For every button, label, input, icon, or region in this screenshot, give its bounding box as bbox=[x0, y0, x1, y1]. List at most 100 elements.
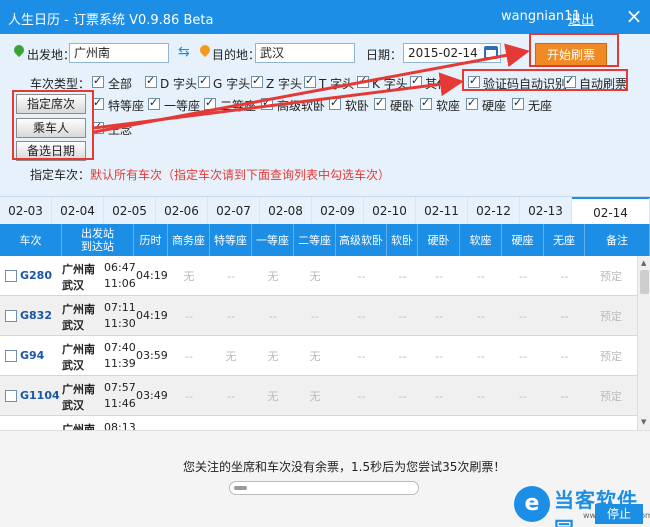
seat-checkbox[interactable] bbox=[204, 96, 216, 110]
train-type-d-checkbox[interactable] bbox=[145, 74, 157, 88]
train-type-other-checkbox[interactable] bbox=[410, 74, 422, 88]
seat-availability: 无 bbox=[309, 270, 321, 283]
seat-availability: 无 bbox=[309, 350, 321, 363]
train-type-t-label: T 字头 bbox=[319, 77, 355, 91]
train-select-checkbox[interactable] bbox=[5, 350, 17, 362]
duration: 03:59 bbox=[136, 349, 168, 362]
train-select-checkbox[interactable] bbox=[5, 310, 17, 322]
scroll-thumb[interactable] bbox=[640, 270, 649, 294]
to-station: 武汉 bbox=[62, 359, 84, 372]
seat-availability: -- bbox=[398, 269, 407, 283]
train-list: G280 广州南 武汉 06:47 11:06 04:19 无 -- 无无 -- -- -- -- -- -… bbox=[0, 256, 637, 430]
column-header: 一等座 bbox=[252, 224, 294, 256]
book-link[interactable]: 预定 bbox=[585, 376, 637, 416]
seat-checkbox[interactable] bbox=[420, 96, 432, 110]
train-type-k-label: K 字头 bbox=[372, 77, 408, 91]
depart-time: 07:40 bbox=[104, 341, 136, 354]
book-link[interactable]: 预定 bbox=[585, 256, 637, 296]
duration: 04:19 bbox=[136, 269, 168, 282]
close-button[interactable]: × bbox=[624, 4, 644, 28]
to-station-input[interactable]: 武汉 bbox=[255, 43, 355, 63]
seat-availability: -- bbox=[477, 349, 485, 363]
table-row[interactable]: G276广州南武汉08:1312:2704:14----------------… bbox=[0, 416, 637, 430]
seat-availability: -- bbox=[560, 309, 569, 323]
stop-button[interactable]: 停止 bbox=[595, 504, 643, 524]
seat-availability: 无 bbox=[267, 270, 279, 283]
location-pin-icon bbox=[14, 45, 24, 59]
table-row[interactable]: G280 广州南 武汉 06:47 11:06 04:19 无 -- 无 无 -- -- -- -- -- -… bbox=[0, 256, 637, 296]
calendar-icon[interactable] bbox=[484, 46, 498, 59]
seat-availability: -- bbox=[477, 389, 485, 403]
from-station-input[interactable]: 广州南 bbox=[69, 43, 169, 63]
date-tab-02-05[interactable]: 02-05 bbox=[104, 197, 156, 225]
book-link[interactable]: 预定 bbox=[585, 296, 637, 336]
seat-label: 高级软卧 bbox=[277, 99, 326, 113]
train-type-all-checkbox[interactable] bbox=[92, 74, 104, 88]
table-row[interactable]: G1104 广州南 武汉 07:57 11:46 03:49 -- -- 无 无 -- -- -- -- -… bbox=[0, 376, 637, 416]
from-station: 广州南 bbox=[62, 383, 95, 396]
to-station: 武汉 bbox=[62, 319, 84, 332]
train-type-g-checkbox[interactable] bbox=[198, 74, 210, 88]
seat-checkbox[interactable] bbox=[374, 96, 386, 110]
column-header: 商务座 bbox=[168, 224, 210, 256]
train-number: G280 bbox=[20, 269, 52, 282]
scroll-up-icon[interactable]: ▲ bbox=[641, 259, 646, 267]
date-tab-02-11[interactable]: 02-11 bbox=[416, 197, 468, 225]
train-number: G94 bbox=[20, 349, 45, 362]
book-link[interactable]: 预定 bbox=[585, 416, 637, 430]
column-header: 二等座 bbox=[294, 224, 336, 256]
seat-availability: -- bbox=[477, 309, 485, 323]
seat-label: 一等座 bbox=[164, 99, 201, 113]
date-tab-02-10[interactable]: 02-10 bbox=[364, 197, 416, 225]
train-type-k-checkbox[interactable] bbox=[357, 74, 369, 88]
status-footer: 您关注的坐席和车次没有余票，1.5秒后为您尝试35次刷票！ e 当客软件园 ww… bbox=[0, 430, 650, 527]
to-station: 武汉 bbox=[62, 399, 84, 412]
date-tab-02-07[interactable]: 02-07 bbox=[208, 197, 260, 225]
table-row[interactable]: G832 广州南 武汉 07:11 11:30 04:19 -- -- -- -- -- -- -- --… bbox=[0, 296, 637, 336]
train-select-checkbox[interactable] bbox=[5, 270, 17, 282]
train-type-t-checkbox[interactable] bbox=[304, 74, 316, 88]
seat-availability: -- bbox=[311, 309, 319, 323]
book-link[interactable]: 预定 bbox=[585, 336, 637, 376]
seat-label: 软座 bbox=[436, 99, 461, 113]
seat-availability: -- bbox=[519, 349, 527, 363]
seat-availability: -- bbox=[435, 269, 443, 283]
logout-link[interactable]: 退出 bbox=[568, 9, 594, 28]
arrive-time: 11:06 bbox=[104, 277, 136, 290]
train-select-checkbox[interactable] bbox=[5, 390, 17, 402]
table-row[interactable]: G94 广州南 武汉 07:40 11:39 03:59 -- 无 无 无 -- -- -- -- -- --… bbox=[0, 336, 637, 376]
date-tab-02-09[interactable]: 02-09 bbox=[312, 197, 364, 225]
date-tab-02-04[interactable]: 02-04 bbox=[52, 197, 104, 225]
seat-availability: -- bbox=[460, 416, 502, 431]
depart-time: 06:47 bbox=[104, 261, 136, 274]
column-header: 软座 bbox=[460, 224, 502, 256]
date-tab-02-14[interactable]: 02-14 bbox=[572, 197, 650, 225]
table-header: 车次 出发站 到达站 历时 商务座 特等座 一等座 二等座 高级软卧 软卧 硬卧 软座 硬座 无座 备注 bbox=[0, 224, 650, 256]
seat-availability: -- bbox=[418, 416, 460, 431]
seat-checkbox[interactable] bbox=[329, 96, 341, 110]
seat-availability: -- bbox=[185, 309, 193, 323]
train-type-z-checkbox[interactable] bbox=[251, 74, 263, 88]
seat-checkbox[interactable] bbox=[512, 96, 524, 110]
seat-checkbox[interactable] bbox=[148, 96, 160, 110]
scrollbar[interactable]: ▲ ▼ bbox=[637, 256, 650, 430]
seat-checkbox[interactable] bbox=[466, 96, 478, 110]
swap-icon[interactable]: ⇆ bbox=[178, 44, 190, 60]
date-tab-02-12[interactable]: 02-12 bbox=[468, 197, 520, 225]
seat-availability: -- bbox=[294, 416, 336, 431]
seat-checkbox[interactable] bbox=[261, 96, 273, 110]
train-type-d-label: D 字头 bbox=[160, 77, 198, 91]
scroll-down-icon[interactable]: ▼ bbox=[641, 418, 646, 426]
seat-availability: 无 bbox=[267, 390, 279, 403]
seat-label: 硬座 bbox=[482, 99, 507, 113]
train-type-z-label: Z 字头 bbox=[266, 77, 303, 91]
seat-availability: -- bbox=[560, 349, 569, 363]
seat-availability: 无 bbox=[267, 350, 279, 363]
date-tab-02-08[interactable]: 02-08 bbox=[260, 197, 312, 225]
date-tab-02-03[interactable]: 02-03 bbox=[0, 197, 52, 225]
date-tab-02-13[interactable]: 02-13 bbox=[520, 197, 572, 225]
from-station: 广州南 bbox=[62, 263, 95, 276]
refresh-progress bbox=[229, 481, 419, 495]
arrive-time: 11:46 bbox=[104, 397, 136, 410]
date-tab-02-06[interactable]: 02-06 bbox=[156, 197, 208, 225]
